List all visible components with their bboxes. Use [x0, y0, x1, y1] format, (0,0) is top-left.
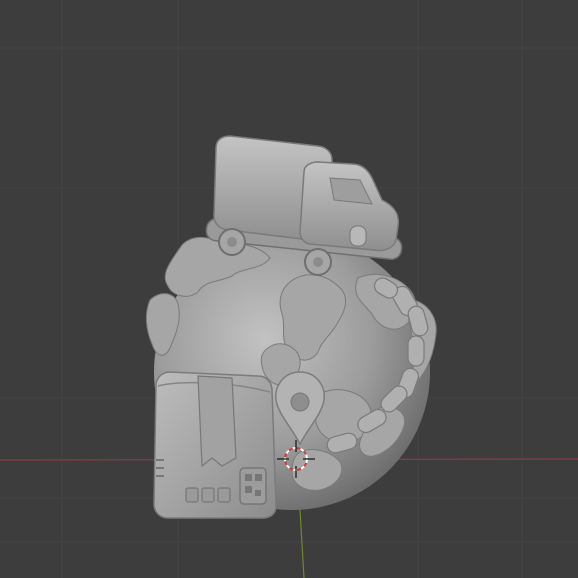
3d-viewport[interactable] [0, 0, 578, 578]
cardboard-box-model[interactable] [153, 371, 277, 519]
viewport-scene [0, 0, 578, 578]
